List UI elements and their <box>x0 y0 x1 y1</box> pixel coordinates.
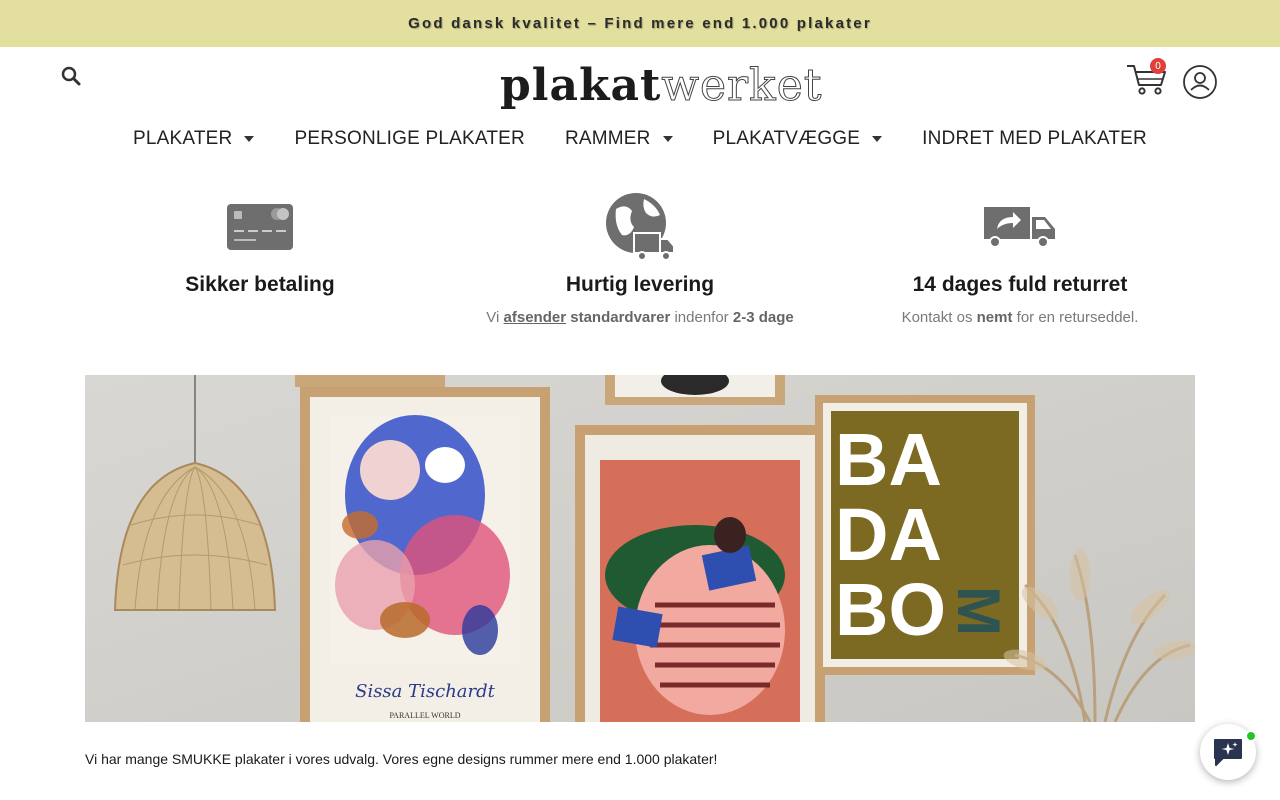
nav-label: PERSONLIGE PLAKATER <box>294 128 525 149</box>
site-header: plakat werket 0 <box>0 47 1280 117</box>
nav-label: PLAKATER <box>133 128 233 149</box>
poster-letters-2: DA <box>835 493 942 576</box>
poster-signature: Sissa Tischardt <box>355 681 496 702</box>
main-navigation: PLAKATER PERSONLIGE PLAKATER RAMMER PLAK… <box>0 117 1280 161</box>
online-status-indicator <box>1245 730 1257 742</box>
usp-text: indenfor <box>674 309 729 326</box>
site-logo[interactable]: plakat werket <box>500 59 822 113</box>
hero-banner-image[interactable]: Sissa Tischardt PARALLEL WORLD BA DA BO … <box>85 375 1195 722</box>
usp-text: Kontakt os <box>901 309 973 326</box>
poster-subtitle: PARALLEL WORLD <box>389 711 460 720</box>
tagline-text: Vi har mange SMUKKE plakater i vores udv… <box>85 751 718 767</box>
chat-icon <box>1214 739 1242 766</box>
nav-label: PLAKATVÆGGE <box>712 128 861 149</box>
credit-card-icon <box>227 204 293 250</box>
search-icon <box>61 66 81 86</box>
logo-part-2: werket <box>661 60 823 112</box>
usp-text: Vi <box>486 309 500 326</box>
globe-truck-icon <box>606 193 675 261</box>
search-button[interactable] <box>58 63 84 89</box>
afsender-link[interactable]: afsender <box>504 309 567 326</box>
caret-down-icon <box>872 136 883 142</box>
caret-down-icon <box>244 136 255 142</box>
usp-secure-payment: Sikker betaling <box>70 185 450 297</box>
nav-item-plakater[interactable]: PLAKATER <box>113 128 274 150</box>
poster-letters-3: BO <box>835 568 946 651</box>
announcement-text: God dansk kvalitet – Find mere end 1.000… <box>408 15 872 32</box>
usp-title: Sikker betaling <box>185 273 335 296</box>
nav-item-plakatvaegge[interactable]: PLAKATVÆGGE <box>693 128 903 150</box>
poster-letters-4: M <box>945 586 1012 636</box>
nav-item-personlige-plakater[interactable]: PERSONLIGE PLAKATER <box>274 128 544 150</box>
nav-item-indret-med-plakater[interactable]: INDRET MED PLAKATER <box>902 128 1167 150</box>
nav-label: INDRET MED PLAKATER <box>922 128 1147 149</box>
account-button[interactable] <box>1182 64 1218 100</box>
usp-text-bold: nemt <box>976 309 1013 326</box>
nav-item-rammer[interactable]: RAMMER <box>545 128 693 150</box>
usp-text-bold: 2-3 dage <box>732 309 794 326</box>
usp-text: for en returseddel. <box>1016 309 1139 326</box>
nav-label: RAMMER <box>564 128 651 149</box>
cart-count-badge: 0 <box>1150 58 1166 74</box>
usp-text-bold: standardvarer <box>570 309 671 326</box>
usp-title: Hurtig levering <box>565 273 715 296</box>
announcement-bar: God dansk kvalitet – Find mere end 1.000… <box>0 0 1280 47</box>
usp-description: Vi afsender standardvarer indenfor 2-3 d… <box>450 309 830 326</box>
usp-description: Kontakt os nemt for en returseddel. <box>830 309 1210 326</box>
return-truck-icon <box>984 207 1055 248</box>
user-icon <box>1183 65 1217 99</box>
usp-returns: 14 dages fuld returret Kontakt os nemt f… <box>830 185 1210 326</box>
usp-fast-delivery: Hurtig levering Vi afsender standardvare… <box>450 185 830 326</box>
poster-letters-1: BA <box>835 418 942 501</box>
usp-title: 14 dages fuld returret <box>912 273 1128 296</box>
caret-down-icon <box>662 136 673 142</box>
logo-part-1: plakat <box>500 60 662 111</box>
poster-wall-scene: Sissa Tischardt PARALLEL WORLD BA DA BO … <box>85 375 1195 722</box>
